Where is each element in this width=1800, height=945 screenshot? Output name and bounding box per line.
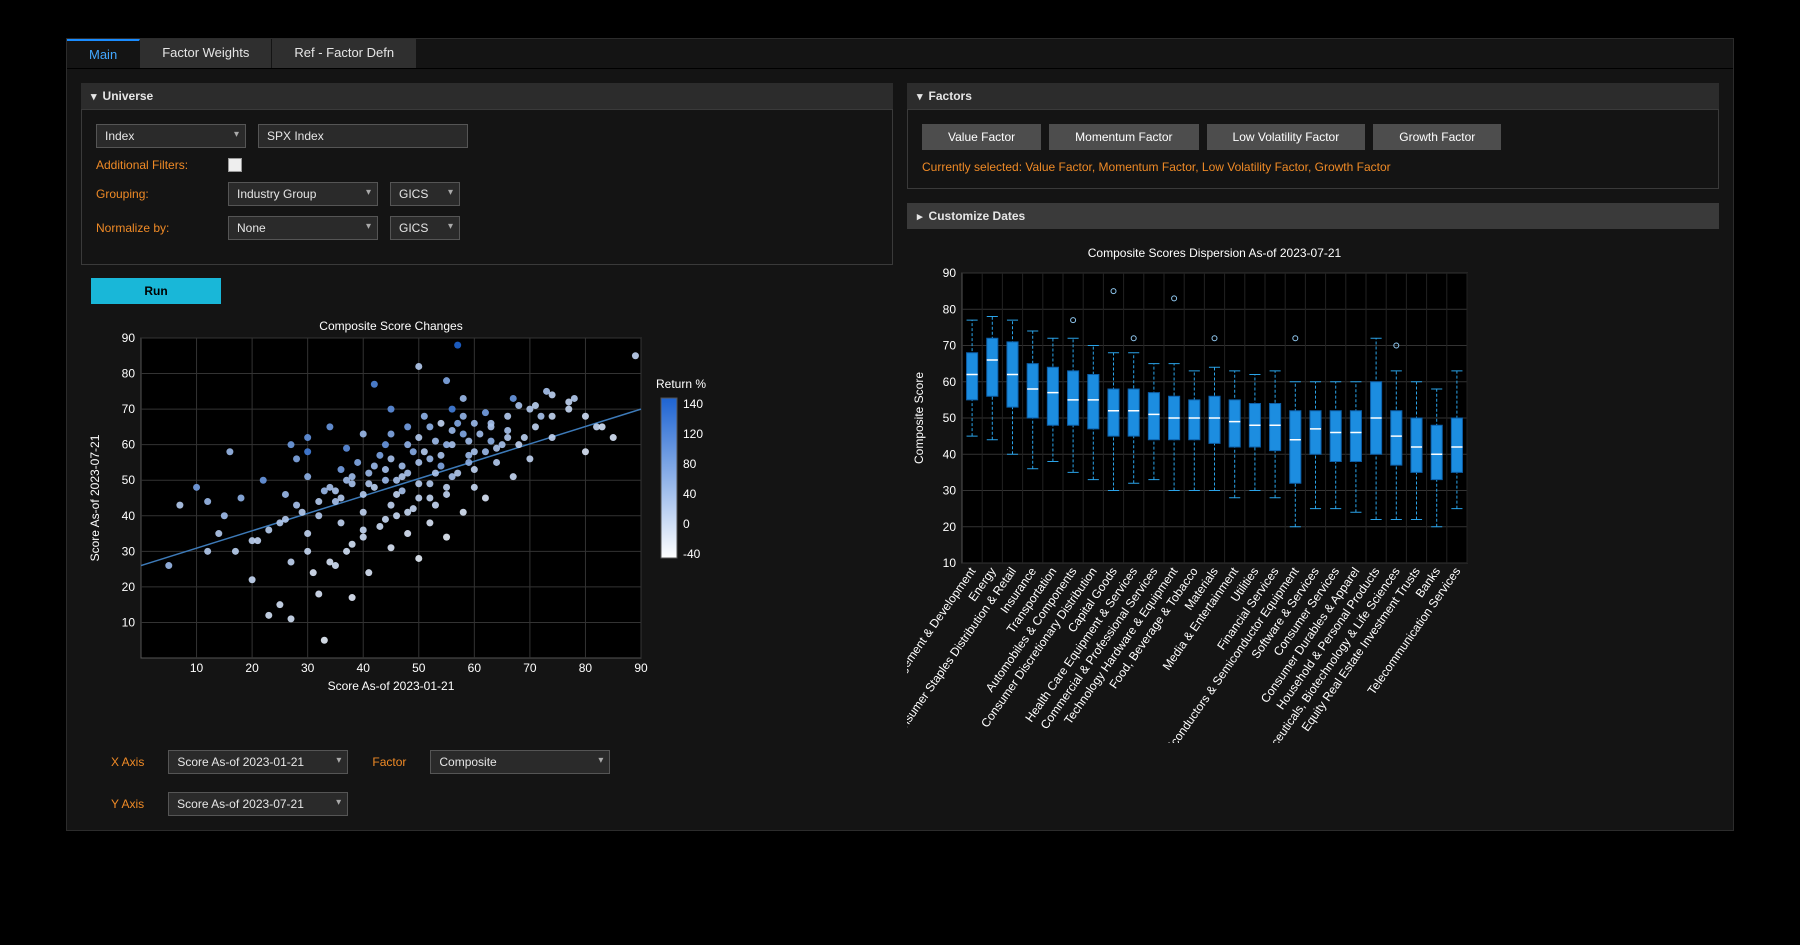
- svg-text:40: 40: [122, 509, 136, 523]
- svg-text:0: 0: [683, 517, 690, 531]
- svg-text:80: 80: [579, 661, 593, 675]
- factors-selected-text: Currently selected: Value Factor, Moment…: [922, 160, 1704, 174]
- svg-text:50: 50: [943, 411, 957, 425]
- boxplot-chart: Composite Scores Dispersion As-of 2023-0…: [907, 243, 1547, 743]
- svg-text:80: 80: [122, 367, 136, 381]
- svg-text:70: 70: [122, 402, 136, 416]
- universe-panel: Index SPX Index Additional Filters: Grou…: [81, 109, 893, 265]
- svg-text:80: 80: [943, 302, 957, 316]
- scatter-chart: 10 10 20 20 30 30 40 40 50 50 60 60 70 70 80 80 90 90 Comp…: [81, 318, 721, 728]
- universe-title: Universe: [103, 89, 154, 103]
- svg-text:Score As-of 2023-07-21: Score As-of 2023-07-21: [88, 434, 102, 561]
- factor-label: Factor: [372, 755, 406, 769]
- svg-text:Composite Score Changes: Composite Score Changes: [319, 319, 462, 333]
- svg-text:-40: -40: [683, 547, 701, 561]
- factor-lowvol-button[interactable]: Low Volatility Factor: [1207, 124, 1366, 150]
- normalize-select[interactable]: None: [228, 216, 378, 240]
- y-axis-label: Y Axis: [111, 797, 144, 811]
- svg-text:20: 20: [245, 661, 259, 675]
- svg-text:40: 40: [683, 487, 697, 501]
- svg-text:60: 60: [943, 375, 957, 389]
- index-value-input[interactable]: SPX Index: [258, 124, 468, 148]
- svg-text:Composite Scores Dispersion As: Composite Scores Dispersion As-of 2023-0…: [1088, 246, 1342, 260]
- svg-text:90: 90: [943, 266, 957, 280]
- svg-text:70: 70: [523, 661, 537, 675]
- svg-text:70: 70: [943, 339, 957, 353]
- svg-text:90: 90: [634, 661, 648, 675]
- customize-dates-header[interactable]: Customize Dates: [907, 203, 1719, 229]
- svg-text:40: 40: [357, 661, 371, 675]
- grouping-select[interactable]: Industry Group: [228, 182, 378, 206]
- run-button[interactable]: Run: [91, 278, 221, 304]
- chevron-down-icon: [917, 89, 923, 103]
- factor-select[interactable]: Composite: [430, 750, 610, 774]
- chevron-right-icon: [917, 209, 923, 223]
- x-axis-select[interactable]: Score As-of 2023-01-21: [168, 750, 348, 774]
- svg-text:90: 90: [122, 331, 136, 345]
- factor-value-button[interactable]: Value Factor: [922, 124, 1041, 150]
- index-select[interactable]: Index: [96, 124, 246, 148]
- svg-text:120: 120: [683, 427, 703, 441]
- svg-text:30: 30: [122, 544, 136, 558]
- svg-text:50: 50: [412, 661, 426, 675]
- universe-header[interactable]: Universe: [81, 83, 893, 109]
- factors-header[interactable]: Factors: [907, 83, 1719, 109]
- tab-factor-defn[interactable]: Ref - Factor Defn: [272, 39, 417, 68]
- factors-title: Factors: [929, 89, 972, 103]
- svg-text:10: 10: [943, 556, 957, 570]
- svg-text:Composite Score: Composite Score: [912, 372, 926, 464]
- factor-momentum-button[interactable]: Momentum Factor: [1049, 124, 1198, 150]
- factors-panel: Value Factor Momentum Factor Low Volatil…: [907, 109, 1719, 189]
- additional-filters-checkbox[interactable]: [228, 158, 242, 172]
- svg-text:30: 30: [943, 484, 957, 498]
- svg-text:Return %: Return %: [656, 377, 706, 391]
- x-axis-label: X Axis: [111, 755, 144, 769]
- axis-controls: X Axis Score As-of 2023-01-21 Factor Com…: [111, 750, 893, 774]
- normalize-system-select[interactable]: GICS: [390, 216, 460, 240]
- svg-text:20: 20: [943, 520, 957, 534]
- additional-filters-label: Additional Filters:: [96, 158, 216, 172]
- tab-factor-weights[interactable]: Factor Weights: [140, 39, 272, 68]
- svg-text:40: 40: [943, 447, 957, 461]
- grouping-system-select[interactable]: GICS: [390, 182, 460, 206]
- grouping-label: Grouping:: [96, 187, 216, 201]
- svg-text:60: 60: [122, 438, 136, 452]
- svg-text:80: 80: [683, 457, 697, 471]
- svg-text:20: 20: [122, 580, 136, 594]
- chevron-down-icon: [91, 89, 97, 103]
- svg-text:10: 10: [190, 661, 204, 675]
- svg-text:140: 140: [683, 397, 703, 411]
- svg-text:10: 10: [122, 615, 136, 629]
- svg-text:Score As-of 2023-01-21: Score As-of 2023-01-21: [328, 679, 455, 693]
- svg-text:60: 60: [468, 661, 482, 675]
- svg-text:50: 50: [122, 473, 136, 487]
- tab-strip: Main Factor Weights Ref - Factor Defn: [67, 39, 1733, 69]
- customize-dates-title: Customize Dates: [929, 209, 1026, 223]
- normalize-label: Normalize by:: [96, 221, 216, 235]
- axis-controls-2: Y Axis Score As-of 2023-07-21: [111, 792, 893, 816]
- y-axis-select[interactable]: Score As-of 2023-07-21: [168, 792, 348, 816]
- svg-text:30: 30: [301, 661, 315, 675]
- tab-main[interactable]: Main: [67, 39, 140, 68]
- factor-growth-button[interactable]: Growth Factor: [1373, 124, 1501, 150]
